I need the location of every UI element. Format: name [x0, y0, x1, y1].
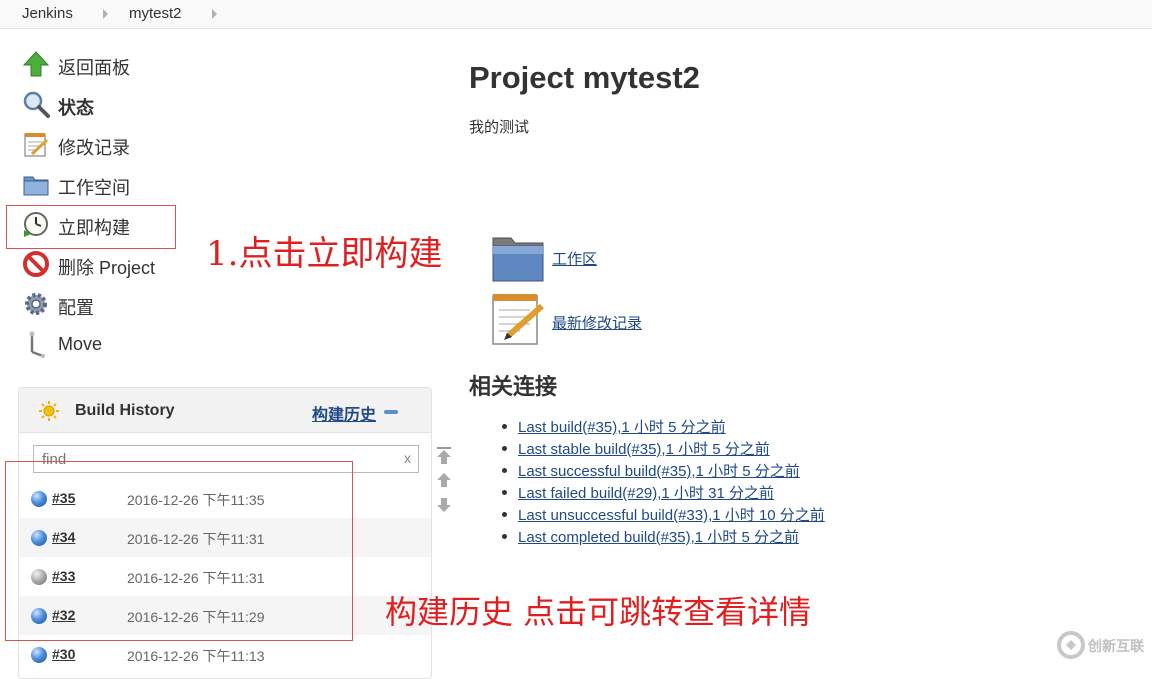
permalink-last-successful[interactable]: Last successful build(#35),1 小时 5 分之前: [518, 463, 800, 480]
permalink-last-build[interactable]: Last build(#35),1 小时 5 分之前: [518, 419, 726, 436]
permalinks-list: Last build(#35),1 小时 5 分之前 Last stable b…: [500, 416, 825, 548]
notepad-icon: [24, 133, 49, 157]
notepad-icon: [492, 294, 544, 345]
sun-icon: [39, 401, 59, 421]
build-history-title: Build History: [75, 402, 175, 419]
permalink-last-unsuccessful[interactable]: Last unsuccessful build(#33),1 小时 10 分之前: [518, 507, 825, 524]
project-description: 我的测试: [469, 119, 530, 136]
build-date[interactable]: 2016-12-26 下午11:13: [127, 646, 265, 666]
search-icon: [23, 91, 50, 118]
list-item: Last unsuccessful build(#33),1 小时 10 分之前: [500, 504, 825, 526]
clear-icon[interactable]: x: [404, 450, 411, 466]
list-item: Last stable build(#35),1 小时 5 分之前: [500, 438, 825, 460]
scroll-top-icon[interactable]: [433, 444, 455, 466]
task-label: 工作空间: [58, 178, 130, 198]
task-status[interactable]: 状态: [20, 88, 320, 120]
collapse-icon[interactable]: [384, 410, 398, 414]
list-item: Last successful build(#35),1 小时 5 分之前: [500, 460, 825, 482]
breadcrumb-jenkins[interactable]: Jenkins: [22, 5, 73, 22]
task-configure[interactable]: 配置: [20, 288, 320, 320]
list-item: Last completed build(#35),1 小时 5 分之前: [500, 526, 825, 548]
annotation-build-now: 1.点击立即构建: [206, 234, 443, 274]
workspace-link[interactable]: 工作区: [552, 248, 597, 269]
list-item: Last failed build(#29),1 小时 31 分之前: [500, 482, 825, 504]
breadcrumb-project[interactable]: mytest2: [129, 5, 182, 22]
task-move[interactable]: Move: [20, 328, 320, 360]
scroll-up-icon[interactable]: [433, 469, 455, 491]
highlight-build-history: [5, 461, 353, 641]
folder-icon: [492, 237, 544, 282]
permalink-last-failed[interactable]: Last failed build(#29),1 小时 31 分之前: [518, 485, 774, 502]
task-label: 状态: [58, 98, 94, 118]
list-item: Last build(#35),1 小时 5 分之前: [500, 416, 825, 438]
page-title: Project mytest2: [469, 60, 700, 95]
annotation-build-history: 构建历史 点击可跳转查看详情: [385, 593, 812, 631]
status-blue-icon: [31, 647, 47, 663]
chevron-right-icon[interactable]: [103, 9, 108, 19]
build-number-link[interactable]: #30: [52, 646, 75, 662]
task-back-to-dashboard[interactable]: 返回面板: [20, 48, 320, 80]
task-label: 删除 Project: [58, 258, 156, 278]
scroll-down-icon[interactable]: [433, 494, 455, 516]
task-label: 返回面板: [58, 58, 130, 78]
chevron-right-icon[interactable]: [212, 9, 217, 19]
watermark-text: 创新互联: [1088, 638, 1144, 654]
task-label: 修改记录: [58, 138, 130, 158]
build-history-header: Build History 构建历史: [19, 388, 431, 433]
logo-icon: [1057, 631, 1085, 659]
gear-icon: [25, 293, 47, 315]
highlight-build-now: [6, 205, 176, 249]
task-label: 配置: [58, 298, 94, 318]
task-changes[interactable]: 修改记录: [20, 128, 320, 160]
permalink-last-stable[interactable]: Last stable build(#35),1 小时 5 分之前: [518, 441, 770, 458]
watermark-logo: 创新互联: [1052, 626, 1152, 666]
permalink-last-completed[interactable]: Last completed build(#35),1 小时 5 分之前: [518, 529, 799, 546]
task-workspace[interactable]: 工作空间: [20, 168, 320, 200]
permalinks-heading: 相关连接: [469, 374, 558, 399]
move-icon: [29, 331, 45, 358]
task-label: Move: [58, 334, 103, 354]
breadcrumb: Jenkins mytest2: [0, 0, 1152, 29]
up-arrow-icon: [22, 51, 50, 77]
folder-icon: [23, 176, 49, 196]
recent-changes-link[interactable]: 最新修改记录: [552, 312, 642, 333]
build-trend-link[interactable]: 构建历史: [312, 401, 376, 425]
no-entry-icon: [23, 251, 49, 277]
